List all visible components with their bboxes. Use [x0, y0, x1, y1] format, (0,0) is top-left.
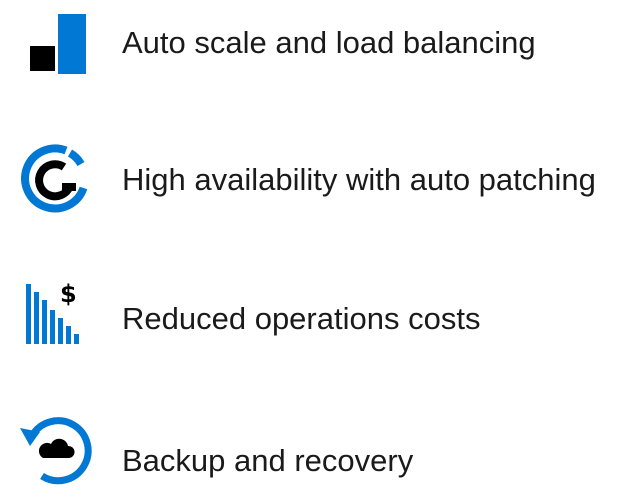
feature-reduced-costs: $ Reduced operations costs	[0, 280, 625, 360]
feature-high-availability: High availability with auto patching	[0, 140, 625, 220]
svg-text:$: $	[60, 280, 77, 308]
feature-label: High availability with auto patching	[122, 162, 596, 197]
backup-cloud-icon	[18, 412, 94, 488]
feature-backup-recovery: Backup and recovery	[0, 412, 625, 492]
feature-label: Reduced operations costs	[122, 301, 481, 336]
availability-ring-icon	[18, 140, 94, 216]
feature-list: Auto scale and load balancing High avail…	[0, 0, 625, 487]
feature-auto-scale: Auto scale and load balancing	[0, 2, 625, 82]
feature-label: Auto scale and load balancing	[122, 25, 536, 60]
cost-bars-dollar-icon: $	[18, 280, 94, 356]
feature-label: Backup and recovery	[122, 443, 414, 478]
scale-squares-icon	[18, 6, 94, 82]
